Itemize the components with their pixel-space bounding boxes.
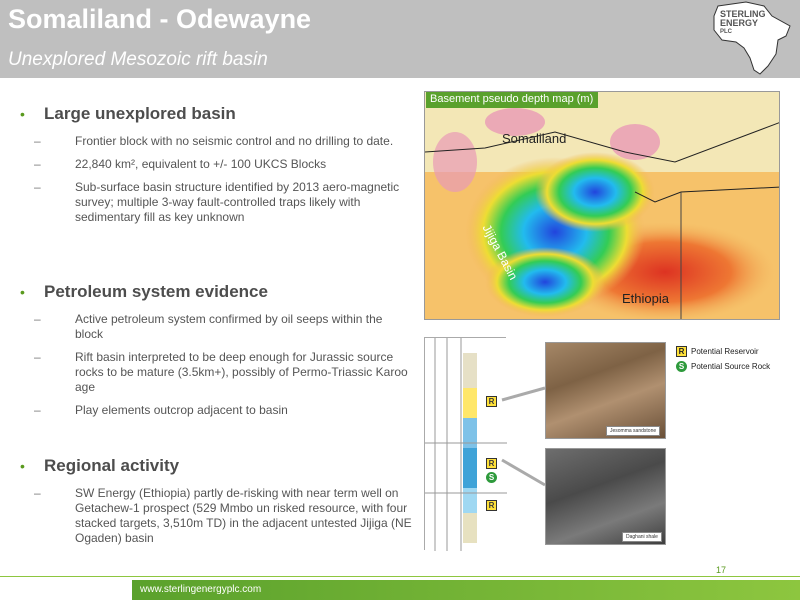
page-title: Somaliland - Odewayne (8, 4, 312, 34)
shale-photo (545, 448, 666, 545)
stratigraphic-column (424, 337, 507, 551)
page-subtitle: Unexplored Mesozoic rift basin (8, 49, 268, 70)
sandstone-photo (545, 342, 666, 439)
page-number: 17 (716, 565, 727, 575)
photo-caption: Daghani shale (622, 532, 662, 542)
list-item: – SW Energy (Ethiopia) partly de-risking … (34, 486, 412, 545)
list-item: – Rift basin interpreted to be deep enoug… (34, 350, 408, 394)
section-heading: • Petroleum system evidence (20, 282, 268, 301)
reservoir-marker: R (486, 396, 497, 407)
section-heading: • Regional activity (20, 456, 180, 475)
legend-reservoir: R Potential Reservoir (676, 346, 770, 357)
reservoir-marker: R (486, 458, 497, 469)
section-petroleum: • Petroleum system evidence – Active petro… (20, 282, 412, 418)
section-heading: • Large unexplored basin (20, 104, 236, 123)
list-item: – Sub-surface basin structure identified … (34, 180, 400, 224)
section-large-basin: • Large unexplored basin – Frontier block … (20, 104, 412, 225)
list-item: –22,840 km², equivalent to +/- 100 UKCS … (34, 157, 327, 171)
basement-depth-map (424, 91, 780, 320)
map-label-ethiopia: Ethiopia (622, 291, 669, 306)
list-item: – Frontier block with no seismic control … (34, 134, 394, 148)
footer-url-link[interactable]: www.sterlingenergyplc.com (140, 584, 261, 595)
list-item: – Active petroleum system confirmed by oi… (34, 312, 383, 341)
source-marker: S (486, 472, 497, 483)
source-icon: S (676, 361, 687, 372)
reservoir-marker: R (486, 500, 497, 511)
legend-source: S Potential Source Rock (676, 361, 770, 372)
map-title: Basement pseudo depth map (m) (426, 92, 598, 108)
list-item: – Play elements outcrop adjacent to basin (34, 403, 288, 417)
legend: R Potential Reservoir S Potential Source… (676, 346, 770, 376)
photo-caption: Jesomma sandstone (606, 426, 661, 436)
reservoir-icon: R (676, 346, 687, 357)
logo-text: STERLING ENERGY PLC (720, 9, 766, 36)
map-label-somaliland: Somaliland (502, 131, 567, 146)
arrow-connectors (501, 386, 546, 487)
footer-divider (0, 576, 800, 577)
section-regional: • Regional activity – SW Energy (Ethiopia)… (20, 456, 412, 546)
